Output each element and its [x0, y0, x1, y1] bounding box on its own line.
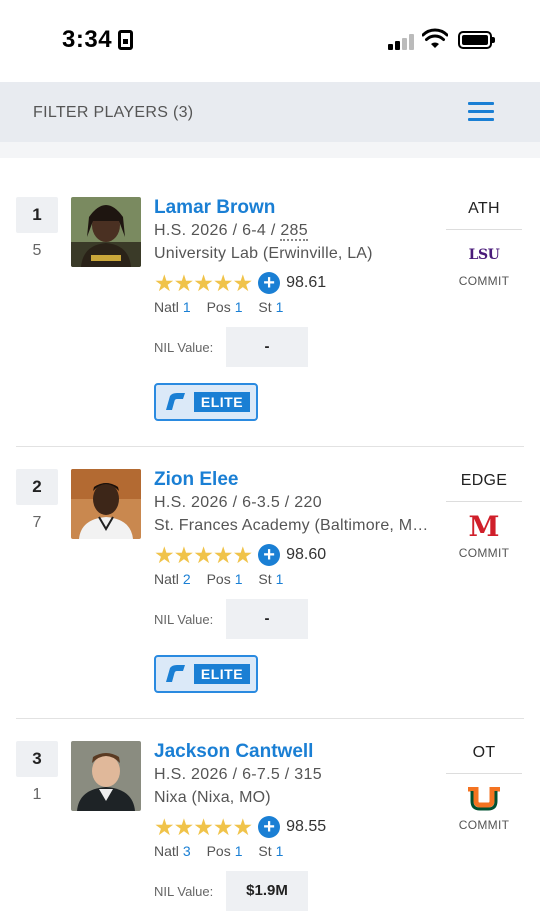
player-name[interactable]: Zion Elee [154, 469, 444, 491]
player-position: ATH [468, 200, 500, 217]
elite-label: ELITE [194, 392, 250, 412]
player-info: Jackson Cantwell H.S. 2026 / 6-7.5 / 315… [154, 741, 444, 911]
player-school: University Lab (Erwinville, LA) [154, 245, 373, 262]
commit-status: COMMIT [458, 274, 510, 288]
nil-label: NIL Value: [154, 339, 214, 355]
overall-rank: 2 [16, 469, 58, 505]
row-divider [16, 446, 524, 447]
overall-rank: 3 [16, 741, 58, 777]
player-row: 2 7 Zion Elee H.S. 2026 / 6-3.5 / 220 St… [16, 469, 524, 709]
elite-badge[interactable]: ELITE [154, 383, 258, 421]
natl-rank[interactable]: 3 [183, 843, 191, 859]
cellular-signal-icon [388, 34, 416, 50]
status-bar: 3:34 [0, 0, 540, 82]
rating-value: 98.55 [286, 818, 327, 835]
state-rank[interactable]: 1 [276, 843, 284, 859]
player-school: Nixa (Nixa, MO) [154, 789, 271, 806]
player-info: Zion Elee H.S. 2026 / 6-3.5 / 220 St. Fr… [154, 469, 444, 693]
rank-breakdown: Natl 2 Pos 1 St 1 [154, 571, 284, 587]
star-rating: ★★★★★ [154, 542, 253, 568]
player-name[interactable]: Jackson Cantwell [154, 741, 444, 763]
filter-bar: FILTER PLAYERS (3) [0, 82, 540, 142]
commit-status: COMMIT [458, 818, 510, 832]
status-time: 3:34 [62, 26, 113, 53]
player-meta: H.S. 2026 / 6-7.5 / 315 [154, 766, 322, 783]
elite-badge[interactable]: ELITE [154, 655, 258, 693]
natl-rank[interactable]: 1 [183, 299, 191, 315]
rating-value: 98.61 [286, 274, 327, 291]
rivals-logo-icon [166, 665, 185, 682]
pos-rank[interactable]: 1 [235, 299, 243, 315]
player-row: 3 1 Jackson Cantwell H.S. 2026 / 6-7.5 /… [16, 741, 524, 911]
player-row: 1 5 Lamar Brown H.S. 2026 / 6-4 / 285 Un… [16, 197, 524, 437]
sub-rank: 7 [32, 514, 42, 531]
player-meta: H.S. 2026 / 6-3.5 / 220 [154, 494, 322, 511]
state-rank[interactable]: 1 [276, 299, 284, 315]
commit-status: COMMIT [458, 546, 510, 560]
rating-value: 98.60 [286, 546, 327, 563]
rivals-logo-icon [166, 393, 185, 410]
miami-logo-icon[interactable] [464, 784, 504, 814]
nil-value: - [226, 599, 308, 639]
player-school: St. Frances Academy (Baltimore, MD) [154, 517, 429, 534]
sub-rank: 5 [32, 242, 42, 259]
plus-icon[interactable]: + [258, 544, 281, 566]
battery-icon [458, 31, 495, 49]
player-photo[interactable] [71, 741, 141, 811]
plus-icon[interactable]: + [258, 816, 281, 838]
nil-label: NIL Value: [154, 611, 214, 627]
star-rating: ★★★★★ [154, 270, 253, 296]
nil-label: NIL Value: [154, 883, 214, 899]
player-position: OT [472, 744, 496, 761]
player-info: Lamar Brown H.S. 2026 / 6-4 / 285 Univer… [154, 197, 444, 421]
lsu-logo-icon[interactable]: LSU [464, 240, 504, 270]
maryland-logo-icon[interactable]: M [464, 512, 504, 542]
player-name[interactable]: Lamar Brown [154, 197, 444, 219]
wifi-icon [422, 28, 448, 48]
miami-u-icon [468, 787, 500, 811]
state-rank[interactable]: 1 [276, 571, 284, 587]
sub-rank: 1 [32, 786, 42, 803]
rank-breakdown: Natl 1 Pos 1 St 1 [154, 299, 284, 315]
position-column: EDGE M COMMIT [444, 469, 524, 560]
natl-rank[interactable]: 2 [183, 571, 191, 587]
pos-rank[interactable]: 1 [235, 843, 243, 859]
filter-spacer [0, 142, 540, 158]
filter-players-label[interactable]: FILTER PLAYERS (3) [33, 104, 193, 122]
player-weight: 220 [294, 494, 322, 511]
overall-rank: 1 [16, 197, 58, 233]
player-position: EDGE [460, 472, 508, 489]
row-divider [16, 718, 524, 719]
player-weight: 285 [280, 222, 308, 241]
pos-rank[interactable]: 1 [235, 571, 243, 587]
elite-label: ELITE [194, 664, 250, 684]
hamburger-menu-icon[interactable] [468, 100, 496, 122]
rank-breakdown: Natl 3 Pos 1 St 1 [154, 843, 284, 859]
player-weight: 315 [294, 766, 322, 783]
star-rating: ★★★★★ [154, 814, 253, 840]
nil-value: $1.9M [226, 871, 308, 911]
nil-value: - [226, 327, 308, 367]
position-column: ATH LSU COMMIT [444, 197, 524, 288]
plus-icon[interactable]: + [258, 272, 281, 294]
player-meta: H.S. 2026 / 6-4 / 285 [154, 222, 308, 241]
player-photo[interactable] [71, 469, 141, 539]
position-column: OT COMMIT [444, 741, 524, 832]
orientation-lock-icon [118, 30, 133, 50]
player-photo[interactable] [71, 197, 141, 267]
